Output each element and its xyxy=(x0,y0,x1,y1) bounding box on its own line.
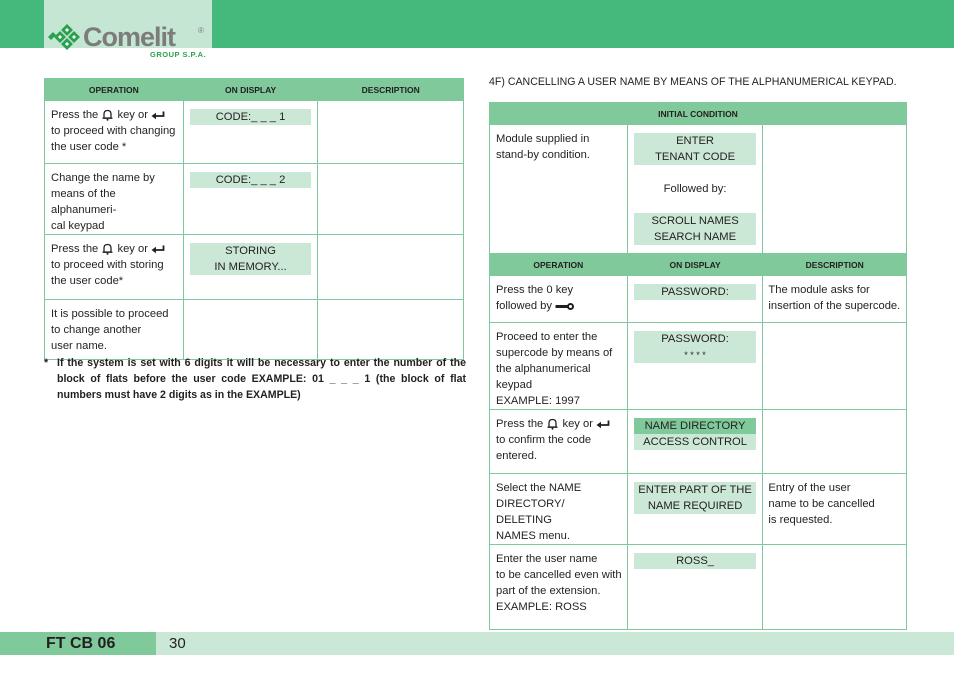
bell-icon xyxy=(102,109,113,121)
document-code: FT CB 06 xyxy=(46,635,116,652)
left-procedure-table: OPERATION ON DISPLAY DESCRIPTION Press t… xyxy=(44,78,464,360)
display-cell: STORING IN MEMORY... xyxy=(182,234,319,300)
operation-cell: Module supplied in stand-by condition. xyxy=(489,124,628,254)
operation-cell: Press the key or to confirm the code ent… xyxy=(489,409,628,474)
operation-cell: Press the 0 key followed by xyxy=(489,275,628,323)
display-screen: ROSS_ xyxy=(633,553,757,569)
column-header-on-display: ON DISPLAY xyxy=(182,78,319,101)
display-screen: CODE:_ _ _ 1 xyxy=(189,109,312,125)
operation-cell: Press the key or to proceed with storing… xyxy=(44,234,184,300)
column-header-description: DESCRIPTION xyxy=(317,78,464,101)
table-row: Press the key or to proceed with storing… xyxy=(44,234,464,300)
display-cell: CODE:_ _ _ 1 xyxy=(182,100,319,164)
display-cell xyxy=(182,299,319,360)
operation-cell: Proceed to enter the supercode by means … xyxy=(489,322,628,410)
display-screen: PASSWORD: * * * * xyxy=(633,331,757,363)
display-cell: CODE:_ _ _ 2 xyxy=(182,163,319,235)
page-number: 30 xyxy=(169,635,186,652)
table-row: Change the name by means of the alphanum… xyxy=(44,163,464,235)
description-cell xyxy=(317,163,464,235)
display-screen: CODE:_ _ _ 2 xyxy=(189,172,312,188)
description-cell xyxy=(317,100,464,164)
operation-cell: Select the NAME DIRECTORY/ DELETING NAME… xyxy=(489,473,628,545)
display-screen: PASSWORD: xyxy=(633,284,757,300)
enter-icon xyxy=(151,245,165,253)
logo-group-text: GROUP S.P.A. xyxy=(150,50,207,59)
key-icon xyxy=(555,302,575,310)
bell-icon xyxy=(547,418,558,430)
description-cell xyxy=(762,124,907,254)
registered-mark: ® xyxy=(198,26,204,35)
display-cell: NAME DIRECTORY ACCESS CONTROL xyxy=(626,409,764,474)
initial-condition-header: INITIAL CONDITION xyxy=(489,102,907,125)
table-header-row: OPERATION ON DISPLAY DESCRIPTION xyxy=(489,253,907,276)
display-screen: STORING IN MEMORY... xyxy=(189,243,312,275)
description-cell: Entry of the user name to be cancelled i… xyxy=(762,473,907,545)
followed-by-label: Followed by: xyxy=(663,183,727,195)
footnote: * If the system is set with 6 digits it … xyxy=(44,355,466,403)
menu-item: ACCESS CONTROL xyxy=(643,436,747,448)
column-header-on-display: ON DISPLAY xyxy=(626,253,764,276)
display-cell: PASSWORD: * * * * xyxy=(626,322,764,410)
description-cell xyxy=(317,234,464,300)
operation-cell: Enter the user name to be cancelled even… xyxy=(489,544,628,630)
table-row: Press the key or to confirm the code ent… xyxy=(489,409,907,474)
table-row: Press the key or to proceed with changin… xyxy=(44,100,464,164)
column-header-operation: OPERATION xyxy=(489,253,628,276)
footnote-marker: * xyxy=(44,357,49,369)
display-screen: SCROLL NAMES SEARCH NAME xyxy=(633,213,757,245)
table-row: Press the 0 key followed by PASSWORD: Th… xyxy=(489,275,907,323)
operation-cell: It is possible to proceed to change anot… xyxy=(44,299,184,360)
display-screen: NAME DIRECTORY ACCESS CONTROL xyxy=(633,418,757,450)
display-cell: ENTER TENANT CODE Followed by: SCROLL NA… xyxy=(626,124,764,254)
display-cell: ROSS_ xyxy=(626,544,764,630)
table-row: Select the NAME DIRECTORY/ DELETING NAME… xyxy=(489,473,907,545)
initial-condition-row: Module supplied in stand-by condition. E… xyxy=(489,124,907,254)
display-cell: PASSWORD: xyxy=(626,275,764,323)
initial-condition-header-row: INITIAL CONDITION xyxy=(489,102,907,125)
footer-page-band xyxy=(156,632,954,655)
description-cell xyxy=(317,299,464,360)
operation-cell: Press the key or to proceed with changin… xyxy=(44,100,184,164)
column-header-description: DESCRIPTION xyxy=(762,253,907,276)
enter-icon xyxy=(151,111,165,119)
column-header-operation: OPERATION xyxy=(44,78,184,101)
display-cell: ENTER PART OF THE NAME REQUIRED xyxy=(626,473,764,545)
description-cell xyxy=(762,544,907,630)
comelit-logo: Comelit xyxy=(48,21,176,52)
description-cell xyxy=(762,409,907,474)
footnote-text: If the system is set with 6 digits it wi… xyxy=(57,357,466,401)
table-row: Enter the user name to be cancelled even… xyxy=(489,544,907,630)
description-cell: The module asks for insertion of the sup… xyxy=(762,275,907,323)
logo-diamond-icon xyxy=(48,24,80,50)
bell-icon xyxy=(102,243,113,255)
highlighted-menu-item: NAME DIRECTORY xyxy=(633,418,757,434)
table-row: It is possible to proceed to change anot… xyxy=(44,299,464,360)
display-screen: ENTER PART OF THE NAME REQUIRED xyxy=(633,482,757,514)
right-procedure-table: INITIAL CONDITION Module supplied in sta… xyxy=(489,102,907,630)
operation-cell: Change the name by means of the alphanum… xyxy=(44,163,184,235)
table-header-row: OPERATION ON DISPLAY DESCRIPTION xyxy=(44,78,464,101)
display-screen: ENTER TENANT CODE xyxy=(633,133,757,165)
logo-wordmark: Comelit xyxy=(83,21,176,52)
enter-icon xyxy=(596,420,610,428)
section-title: 4F) CANCELLING A USER NAME BY MEANS OF T… xyxy=(489,76,897,88)
description-cell xyxy=(762,322,907,410)
table-row: Proceed to enter the supercode by means … xyxy=(489,322,907,410)
